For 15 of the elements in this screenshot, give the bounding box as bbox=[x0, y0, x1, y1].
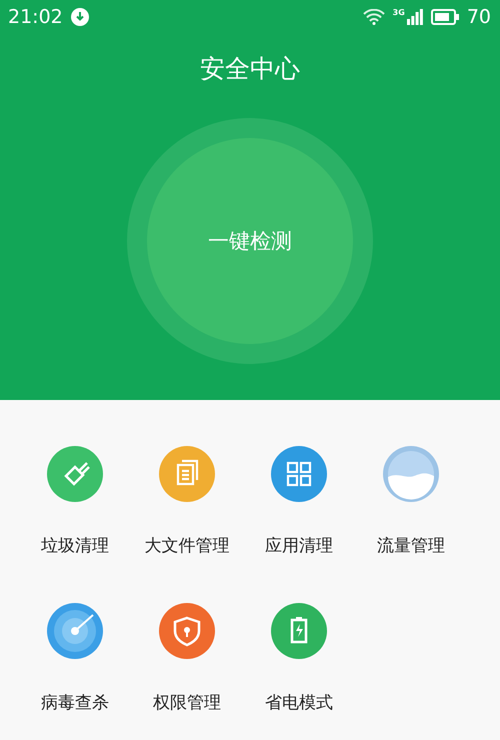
signal-icon bbox=[406, 9, 423, 25]
tool-button[interactable]: 大文件管理 bbox=[131, 446, 243, 557]
tool-button[interactable]: 省电模式 bbox=[243, 603, 355, 714]
tool-button[interactable]: 权限管理 bbox=[131, 603, 243, 714]
battery-icon bbox=[430, 9, 459, 25]
network-type: 3G bbox=[392, 8, 405, 17]
download-icon bbox=[70, 8, 89, 26]
tool-button[interactable]: 流量管理 bbox=[355, 446, 467, 557]
status-time: 21:02 bbox=[8, 6, 63, 28]
tool-button[interactable]: 应用清理 bbox=[243, 446, 355, 557]
battery-level: 70 bbox=[466, 6, 491, 28]
page-title: 安全中心 bbox=[200, 53, 300, 85]
tool-button[interactable]: 病毒查杀 bbox=[19, 603, 131, 714]
wifi-icon bbox=[362, 9, 385, 25]
tool-button[interactable]: 垃圾清理 bbox=[19, 446, 131, 557]
